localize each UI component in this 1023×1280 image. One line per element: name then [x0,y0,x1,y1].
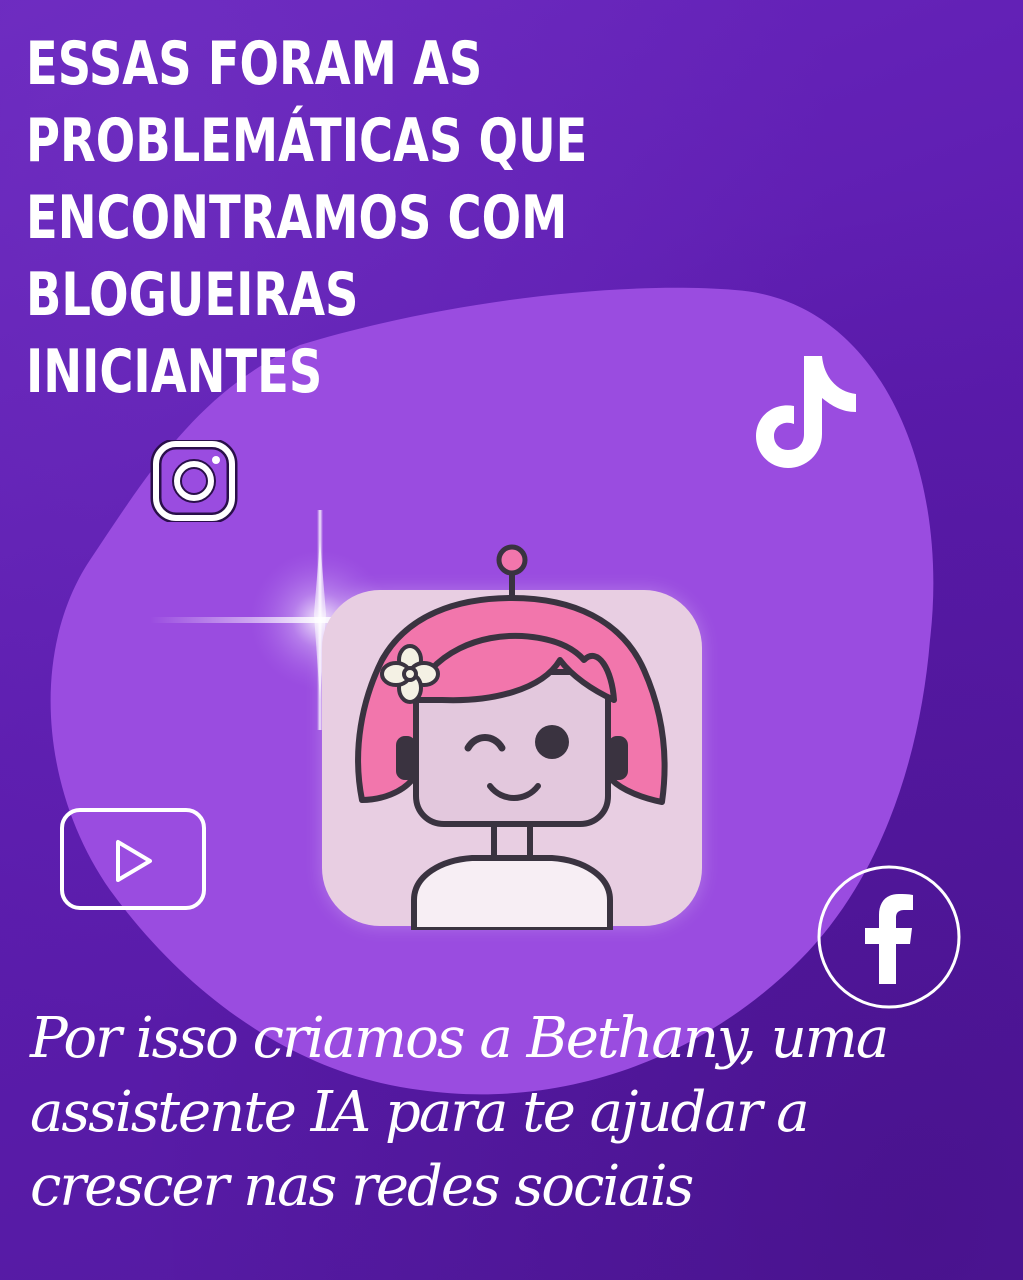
headline-line: ESSAS FORAM AS [26,29,483,99]
youtube-icon [60,808,206,910]
headline-line: ENCONTRAMOS COM BLOGUEIRAS [26,183,568,330]
headline: ESSAS FORAM AS PROBLEMÁTICAS QUE ENCONTR… [26,26,852,411]
headline-line: INICIANTES [26,337,323,407]
tagline-line: Por isso criamos a Bethany, uma [30,1006,889,1071]
tagline-line: crescer nas redes sociais [30,1154,694,1219]
tagline-line: assistente IA para te ajudar a [30,1080,810,1145]
robot-girl-icon [355,544,668,930]
tagline: Por isso criamos a Bethany, uma assisten… [30,1002,990,1224]
tiktok-icon [756,356,856,468]
facebook-icon [817,865,961,1009]
headline-line: PROBLEMÁTICAS QUE [26,106,588,176]
